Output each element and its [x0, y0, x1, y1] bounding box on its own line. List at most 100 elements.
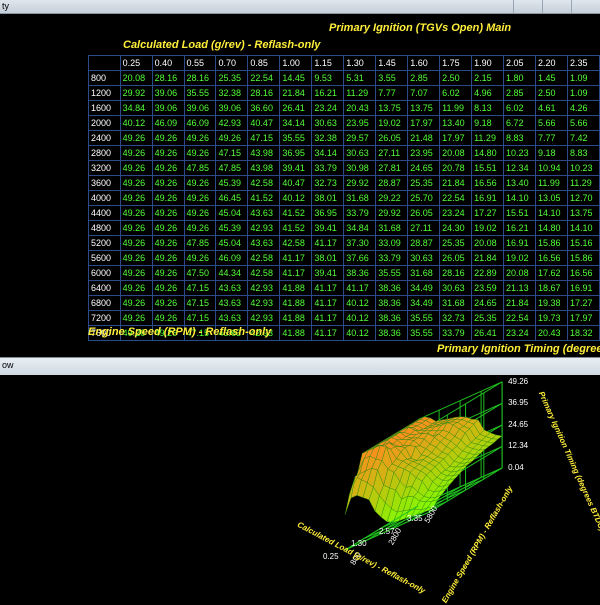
table-cell[interactable]: 28.87	[375, 175, 409, 191]
table-cell[interactable]: 38.36	[343, 265, 377, 281]
table-cell[interactable]: 43.63	[215, 280, 249, 296]
table-cell[interactable]: 38.01	[311, 190, 345, 206]
table-cell[interactable]: 42.58	[279, 235, 313, 251]
table-cell[interactable]: 49.26	[183, 145, 217, 161]
table-cell[interactable]: 35.55	[407, 310, 441, 326]
table-cell[interactable]: 41.17	[311, 235, 345, 251]
table-cell[interactable]: 47.85	[183, 235, 217, 251]
table-cell[interactable]: 6.02	[439, 85, 473, 101]
table-cell[interactable]: 20.43	[343, 100, 377, 116]
table-cell[interactable]: 30.63	[407, 250, 441, 266]
table-cell[interactable]: 15.86	[566, 250, 600, 266]
table-cell[interactable]: 47.50	[183, 265, 217, 281]
table-cell[interactable]: 1.09	[566, 85, 600, 101]
table-cell[interactable]: 47.85	[215, 160, 249, 176]
row-header[interactable]: 4000	[88, 190, 121, 206]
table-cell[interactable]: 8.83	[566, 145, 600, 161]
table-cell[interactable]: 44.34	[215, 265, 249, 281]
table-cell[interactable]: 1.09	[566, 70, 600, 86]
table-cell[interactable]: 28.16	[183, 70, 217, 86]
table-cell[interactable]: 30.63	[311, 115, 345, 131]
table-cell[interactable]: 45.04	[215, 205, 249, 221]
table-cell[interactable]: 18.67	[535, 280, 568, 296]
table-cell[interactable]: 25.70	[407, 190, 441, 206]
table-cell[interactable]: 20.08	[471, 235, 505, 251]
table-cell[interactable]: 41.52	[279, 220, 313, 236]
table-cell[interactable]: 34.14	[279, 115, 313, 131]
table-cell[interactable]: 7.77	[535, 130, 568, 146]
table-cell[interactable]: 22.54	[247, 70, 281, 86]
table-cell[interactable]: 33.79	[375, 250, 409, 266]
table-cell[interactable]: 32.73	[311, 175, 345, 191]
table-cell[interactable]: 49.26	[119, 295, 153, 311]
row-header[interactable]: 6000	[88, 265, 121, 281]
maximize-button[interactable]	[542, 0, 571, 13]
table-cell[interactable]: 19.38	[535, 295, 568, 311]
table-cell[interactable]: 42.93	[247, 295, 281, 311]
table-cell[interactable]: 42.93	[247, 280, 281, 296]
table-cell[interactable]: 46.09	[183, 115, 217, 131]
table-cell[interactable]: 28.16	[247, 85, 281, 101]
close-button[interactable]	[571, 0, 600, 13]
table-cell[interactable]: 49.26	[183, 220, 217, 236]
table-cell[interactable]: 49.26	[119, 175, 153, 191]
table-cell[interactable]: 2.85	[503, 85, 536, 101]
table-cell[interactable]: 21.84	[439, 175, 473, 191]
table-cell[interactable]: 38.36	[375, 295, 409, 311]
table-cell[interactable]: 24.30	[439, 220, 473, 236]
table-cell[interactable]: 47.15	[183, 295, 217, 311]
minimize-button[interactable]	[513, 0, 542, 13]
table-cell[interactable]: 15.51	[471, 160, 505, 176]
table-cell[interactable]: 16.91	[471, 190, 505, 206]
table-cell[interactable]: 4.26	[566, 100, 600, 116]
table-cell[interactable]: 16.56	[566, 265, 600, 281]
table-cell[interactable]: 43.63	[247, 235, 281, 251]
column-header[interactable]: 2.20	[535, 55, 568, 71]
table-cell[interactable]: 11.29	[471, 130, 505, 146]
table-cell[interactable]: 42.93	[215, 115, 249, 131]
table-cell[interactable]: 35.55	[183, 85, 217, 101]
table-cell[interactable]: 49.26	[151, 295, 185, 311]
table-cell[interactable]: 16.56	[535, 250, 568, 266]
row-header[interactable]: 2400	[88, 130, 121, 146]
table-cell[interactable]: 32.38	[215, 85, 249, 101]
table-cell[interactable]: 28.16	[151, 70, 185, 86]
table-cell[interactable]: 23.24	[439, 205, 473, 221]
table-cell[interactable]: 10.94	[535, 160, 568, 176]
table-cell[interactable]: 39.06	[151, 85, 185, 101]
row-header[interactable]: 4800	[88, 220, 121, 236]
column-header[interactable]: 2.35	[566, 55, 600, 71]
table-cell[interactable]: 13.40	[439, 115, 473, 131]
table-cell[interactable]: 13.05	[535, 190, 568, 206]
table-cell[interactable]: 2.50	[535, 85, 568, 101]
table-cell[interactable]: 49.26	[151, 310, 185, 326]
table-cell[interactable]: 34.84	[343, 220, 377, 236]
table-cell[interactable]: 40.47	[279, 175, 313, 191]
table-cell[interactable]: 21.84	[503, 295, 536, 311]
table-cell[interactable]: 23.24	[503, 325, 536, 341]
table-cell[interactable]: 24.65	[407, 160, 441, 176]
table-cell[interactable]: 28.87	[407, 235, 441, 251]
row-header[interactable]: 800	[88, 70, 121, 86]
table-cell[interactable]: 38.36	[375, 310, 409, 326]
table-cell[interactable]: 14.10	[503, 190, 536, 206]
table-cell[interactable]: 15.16	[566, 235, 600, 251]
table-cell[interactable]: 47.15	[215, 145, 249, 161]
table-cell[interactable]: 40.12	[279, 190, 313, 206]
table-cell[interactable]: 38.36	[375, 325, 409, 341]
table-cell[interactable]: 33.79	[343, 205, 377, 221]
table-cell[interactable]: 17.27	[471, 205, 505, 221]
table-cell[interactable]: 40.47	[247, 115, 281, 131]
table-cell[interactable]: 49.26	[119, 235, 153, 251]
table-cell[interactable]: 41.52	[279, 205, 313, 221]
table-cell[interactable]: 33.79	[439, 325, 473, 341]
row-header[interactable]: 7200	[88, 310, 121, 326]
table-cell[interactable]: 36.95	[311, 205, 345, 221]
table-cell[interactable]: 16.21	[311, 85, 345, 101]
table-cell[interactable]: 43.63	[215, 295, 249, 311]
table-cell[interactable]: 37.66	[343, 250, 377, 266]
table-cell[interactable]: 7.77	[375, 85, 409, 101]
table-cell[interactable]: 36.60	[247, 100, 281, 116]
table-cell[interactable]: 32.38	[311, 130, 345, 146]
table-cell[interactable]: 24.65	[471, 295, 505, 311]
